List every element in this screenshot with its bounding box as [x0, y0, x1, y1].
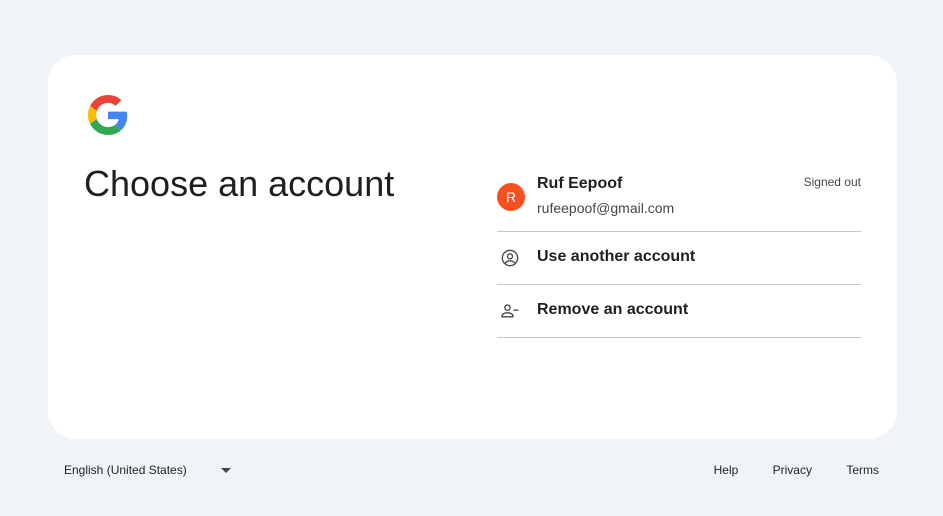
- use-another-account-label: Use another account: [537, 248, 696, 265]
- google-logo-icon: [88, 95, 128, 135]
- account-name: Ruf Eepoof: [537, 175, 623, 192]
- page-title: Choose an account: [84, 163, 395, 204]
- remove-account-label: Remove an account: [537, 301, 689, 318]
- account-item[interactable]: R Ruf Eepoof rufeepoof@gmail.com Signed …: [497, 167, 861, 232]
- person-remove-icon: [501, 304, 519, 318]
- language-selector[interactable]: English (United States): [64, 463, 187, 477]
- account-status: Signed out: [803, 175, 861, 189]
- caret-down-icon[interactable]: [221, 468, 231, 473]
- footer-links: Help Privacy Terms: [683, 463, 879, 477]
- privacy-link[interactable]: Privacy: [773, 463, 812, 477]
- account-chooser-card: Choose an account R Ruf Eepoof rufeepoof…: [48, 55, 897, 439]
- use-another-account-button[interactable]: Use another account: [497, 232, 861, 285]
- footer: English (United States) Help Privacy Ter…: [48, 455, 895, 487]
- remove-account-button[interactable]: Remove an account: [497, 285, 861, 338]
- avatar: R: [497, 183, 525, 211]
- terms-link[interactable]: Terms: [846, 463, 879, 477]
- account-circle-icon: [501, 249, 519, 267]
- account-email: rufeepoof@gmail.com: [537, 200, 675, 216]
- help-link[interactable]: Help: [714, 463, 739, 477]
- account-list: R Ruf Eepoof rufeepoof@gmail.com Signed …: [497, 167, 861, 338]
